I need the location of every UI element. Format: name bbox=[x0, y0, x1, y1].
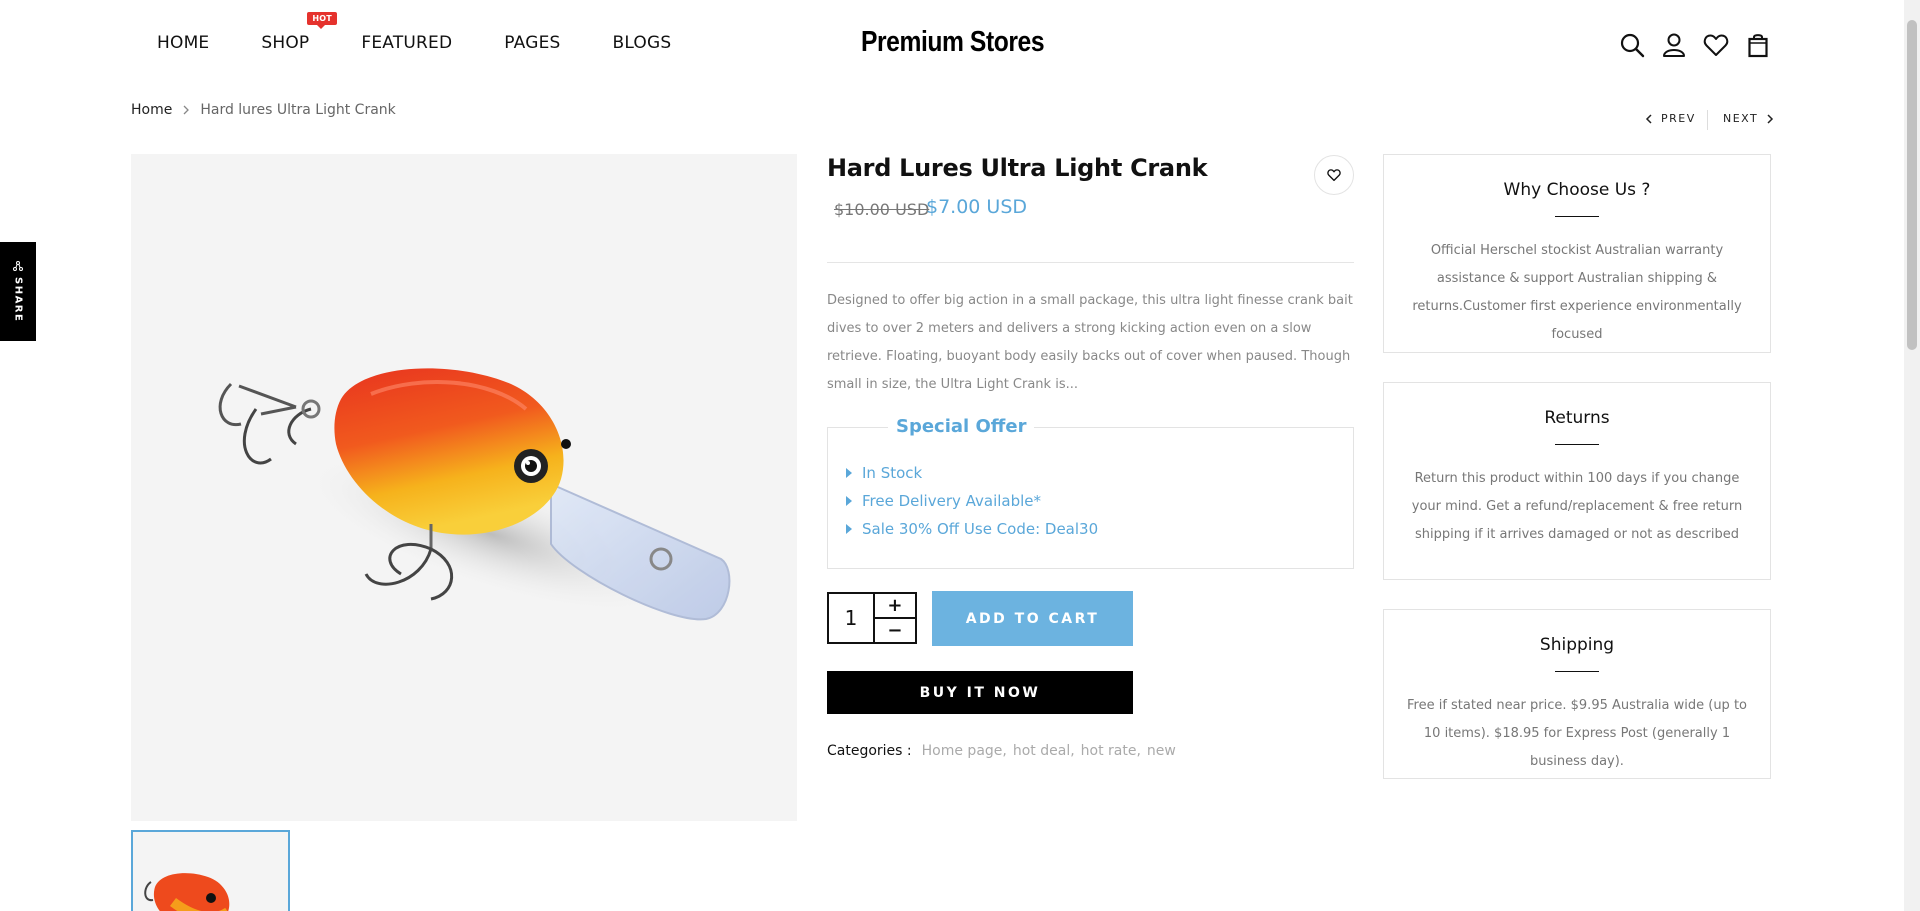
special-offer-title: Special Offer bbox=[888, 416, 1035, 437]
offer-item: In Stock bbox=[846, 459, 1098, 487]
box-text: Free if stated near price. $9.95 Austral… bbox=[1406, 698, 1747, 769]
box-title: Returns bbox=[1544, 408, 1610, 428]
nav-blogs-label: BLOGS bbox=[612, 33, 672, 53]
nav-shop[interactable]: SHOP HOT bbox=[261, 12, 337, 53]
box-title: Shipping bbox=[1539, 635, 1615, 655]
box-title: Why Choose Us ? bbox=[1503, 180, 1651, 200]
returns-box: Returns Return this product within 100 d… bbox=[1383, 382, 1771, 580]
category-link[interactable]: hot rate, bbox=[1081, 743, 1141, 759]
special-offer-box: Special Offer In Stock Free Delivery Ava… bbox=[827, 416, 1354, 569]
prev-product-link[interactable]: PREV bbox=[1645, 112, 1696, 125]
scrollbar-thumb[interactable] bbox=[1907, 20, 1917, 350]
prev-label: PREV bbox=[1661, 112, 1696, 125]
special-offer-list: In Stock Free Delivery Available* Sale 3… bbox=[846, 459, 1098, 543]
chevron-left-icon bbox=[1645, 113, 1652, 124]
product-description: Designed to offer big action in a small … bbox=[827, 293, 1353, 392]
nav-featured-label: FEATURED bbox=[361, 33, 453, 53]
next-product-link[interactable]: NEXT bbox=[1723, 112, 1774, 125]
nav-pages-label: PAGES bbox=[504, 33, 561, 53]
chevron-right-icon bbox=[183, 105, 190, 115]
breadcrumb: Home Hard lures Ultra Light Crank bbox=[131, 102, 396, 118]
sale-price: $7.00 USD bbox=[926, 196, 1028, 218]
product-thumbnail[interactable] bbox=[131, 830, 290, 911]
account-icon[interactable] bbox=[1661, 32, 1687, 58]
product-title: Hard Lures Ultra Light Crank bbox=[827, 154, 1208, 182]
categories-label: Categories : bbox=[827, 743, 912, 759]
categories: Categories : Home page, hot deal, hot ra… bbox=[827, 743, 1176, 759]
triangle-bullet-icon bbox=[846, 468, 852, 478]
nav-pages[interactable]: PAGES bbox=[504, 33, 560, 53]
nav-blogs[interactable]: BLOGS bbox=[613, 33, 672, 53]
nav-home-label: HOME bbox=[157, 33, 210, 53]
categories-list: Home page, hot deal, hot rate, new bbox=[922, 743, 1176, 759]
quantity-increase-button[interactable]: + bbox=[875, 594, 915, 617]
buy-it-now-button[interactable]: BUY IT NOW bbox=[827, 671, 1133, 714]
box-text: Return this product within 100 days if y… bbox=[1411, 471, 1743, 542]
quantity-stepper: 1 + − bbox=[827, 592, 917, 644]
nav-featured[interactable]: FEATURED bbox=[361, 33, 452, 53]
main-nav: HOME SHOP HOT FEATURED PAGES BLOGS bbox=[157, 12, 723, 53]
category-link[interactable]: hot deal, bbox=[1013, 743, 1075, 759]
shipping-box: Shipping Free if stated near price. $9.9… bbox=[1383, 609, 1771, 779]
triangle-bullet-icon bbox=[846, 496, 852, 506]
offer-item: Sale 30% Off Use Code: Deal30 bbox=[846, 515, 1098, 543]
header-icons bbox=[1619, 32, 1771, 58]
product-main-image[interactable] bbox=[131, 154, 797, 821]
quantity-input[interactable]: 1 bbox=[829, 594, 873, 642]
page-scrollbar[interactable] bbox=[1904, 0, 1920, 911]
hot-badge: HOT bbox=[307, 12, 337, 29]
heart-icon bbox=[1327, 169, 1341, 182]
store-logo[interactable]: Premium Stores bbox=[861, 26, 1045, 59]
offer-item-text: In Stock bbox=[862, 464, 923, 482]
why-choose-us-box: Why Choose Us ? Official Herschel stocki… bbox=[1383, 154, 1771, 353]
next-label: NEXT bbox=[1723, 112, 1759, 125]
wishlist-icon[interactable] bbox=[1703, 32, 1729, 58]
quantity-buttons: + − bbox=[872, 594, 915, 642]
breadcrumb-current: Hard lures Ultra Light Crank bbox=[200, 102, 396, 118]
divider bbox=[827, 262, 1354, 263]
lure-thumbnail-image bbox=[144, 873, 230, 911]
search-icon[interactable] bbox=[1619, 32, 1645, 58]
pager-divider bbox=[1707, 110, 1708, 130]
share-icon bbox=[13, 260, 23, 271]
offer-item: Free Delivery Available* bbox=[846, 487, 1098, 515]
nav-home[interactable]: HOME bbox=[157, 33, 209, 53]
original-price: $10.00 USD bbox=[834, 200, 930, 219]
add-to-wishlist-button[interactable] bbox=[1314, 155, 1354, 195]
add-to-cart-button[interactable]: ADD TO CART bbox=[932, 591, 1133, 646]
offer-item-text: Sale 30% Off Use Code: Deal30 bbox=[862, 520, 1099, 538]
offer-item-text: Free Delivery Available* bbox=[862, 492, 1042, 510]
quantity-decrease-button[interactable]: − bbox=[874, 617, 915, 642]
category-link[interactable]: new bbox=[1147, 743, 1176, 759]
box-text: Official Herschel stockist Australian wa… bbox=[1412, 243, 1742, 342]
site-header: HOME SHOP HOT FEATURED PAGES BLOGS Premiu… bbox=[0, 0, 1904, 90]
share-label: SHARE bbox=[12, 276, 24, 323]
cart-icon[interactable] bbox=[1745, 32, 1771, 58]
share-button[interactable]: SHARE bbox=[0, 242, 36, 341]
chevron-right-icon bbox=[1767, 113, 1774, 124]
category-link[interactable]: Home page, bbox=[922, 743, 1007, 759]
breadcrumb-home[interactable]: Home bbox=[131, 102, 172, 118]
triangle-bullet-icon bbox=[846, 524, 852, 534]
fishing-lure-image bbox=[218, 368, 731, 621]
nav-shop-label: SHOP bbox=[261, 33, 310, 53]
